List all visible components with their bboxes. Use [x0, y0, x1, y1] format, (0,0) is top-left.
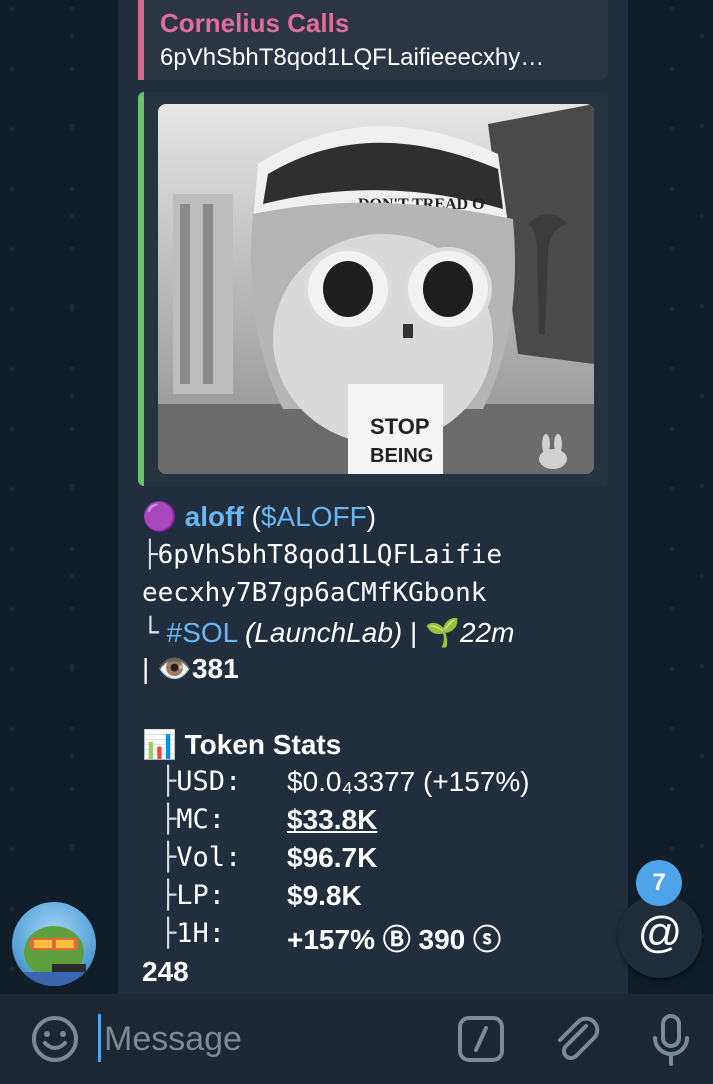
purple-circle-icon: 🟣 — [142, 501, 177, 532]
reply-preview[interactable]: Cornelius Calls 6pVhSbhT8qod1LQFLaifieee… — [138, 0, 608, 80]
ticker-paren-close: ) — [366, 501, 377, 532]
pepe-avatar-icon — [22, 926, 86, 986]
address-line-2[interactable]: eecxhy7B7gp6aCMfKGbonk — [142, 578, 486, 608]
stat-value-mc-link[interactable]: $33.8K — [287, 804, 377, 836]
stat-value-vol: $96.7K — [287, 842, 378, 873]
token-title-line: 🟣 aloff ($ALOFF) — [142, 500, 376, 533]
address-part-1[interactable]: 6pVhSbhT8qod1LQFLaifie — [158, 540, 502, 570]
smiley-icon — [32, 1016, 78, 1062]
stat-value-lp: $9.8K — [287, 880, 362, 911]
at-icon: @ — [637, 908, 683, 957]
separator: | — [410, 617, 418, 648]
character-illustration: DON'T TREAD O STOP BEING — [158, 104, 594, 474]
link-preview[interactable]: DON'T TREAD O STOP BEING — [138, 92, 608, 486]
tree-branch: ├ — [142, 540, 158, 570]
emoji-button[interactable] — [26, 1010, 84, 1068]
mention-count-badge: 7 — [636, 860, 682, 906]
paperclip-icon — [558, 1016, 600, 1061]
svg-text:BEING: BEING — [370, 445, 433, 467]
stat-overflow-value: 248 — [142, 956, 189, 987]
message-input-bar: Message — [0, 994, 713, 1084]
address-part-2[interactable]: eecxhy7B7gp6aCMfKGbonk — [142, 578, 486, 608]
chain-hashtag[interactable]: #SOL — [167, 617, 238, 648]
reply-accent-bar — [138, 0, 144, 80]
seedling-icon: 🌱 — [425, 617, 460, 648]
stat-value-usd: $0.0₄3377 (+157%) — [287, 766, 530, 797]
token-name-link[interactable]: aloff — [185, 501, 244, 532]
tree-branch-end: └ — [142, 616, 159, 649]
views-line: | 👁️381 — [142, 652, 239, 685]
ticker-link[interactable]: $ALOFF — [261, 501, 367, 532]
address-line-1[interactable]: ├6pVhSbhT8qod1LQFLaifie — [142, 540, 502, 570]
chain-line: └ #SOL (LaunchLab) | 🌱22m — [142, 616, 514, 649]
microphone-icon — [653, 1014, 689, 1066]
mention-button[interactable]: @ — [618, 894, 702, 978]
text-cursor — [98, 1014, 101, 1062]
stats-title: Token Stats — [184, 729, 342, 760]
preview-accent-bar — [138, 92, 144, 486]
separator: | — [142, 653, 150, 684]
bar-chart-icon: 📊 — [142, 729, 177, 760]
svg-text:STOP: STOP — [370, 414, 430, 439]
stat-value-1h: +157% Ⓑ 390 ⓢ — [287, 924, 502, 955]
stat-key-mc: ├MC: — [160, 804, 226, 835]
eye-icon: 👁️ — [157, 653, 192, 684]
stat-key-vol: ├Vol: — [160, 842, 242, 873]
views-count: 381 — [191, 653, 239, 684]
slash-command-icon — [458, 1016, 504, 1062]
bot-commands-button[interactable] — [452, 1010, 510, 1068]
platform-label: (LaunchLab) — [244, 617, 403, 648]
token-image[interactable]: DON'T TREAD O STOP BEING — [158, 104, 594, 474]
stats-header: 📊 Token Stats — [142, 728, 341, 761]
voice-button[interactable] — [642, 1010, 700, 1068]
token-age: 22m — [459, 617, 515, 648]
reply-text: 6pVhSbhT8qod1LQFLaifieeecxhy… — [160, 44, 545, 71]
stat-key-1h: ├1H: — [160, 918, 226, 949]
stat-key-usd: ├USD: — [160, 766, 242, 797]
reply-author: Cornelius Calls — [160, 8, 350, 38]
sender-avatar[interactable] — [12, 902, 96, 986]
attach-button[interactable] — [548, 1010, 606, 1068]
ticker-paren-open: ( — [251, 501, 261, 532]
stat-key-lp: ├LP: — [160, 880, 226, 911]
message-input[interactable]: Message — [104, 1020, 242, 1059]
